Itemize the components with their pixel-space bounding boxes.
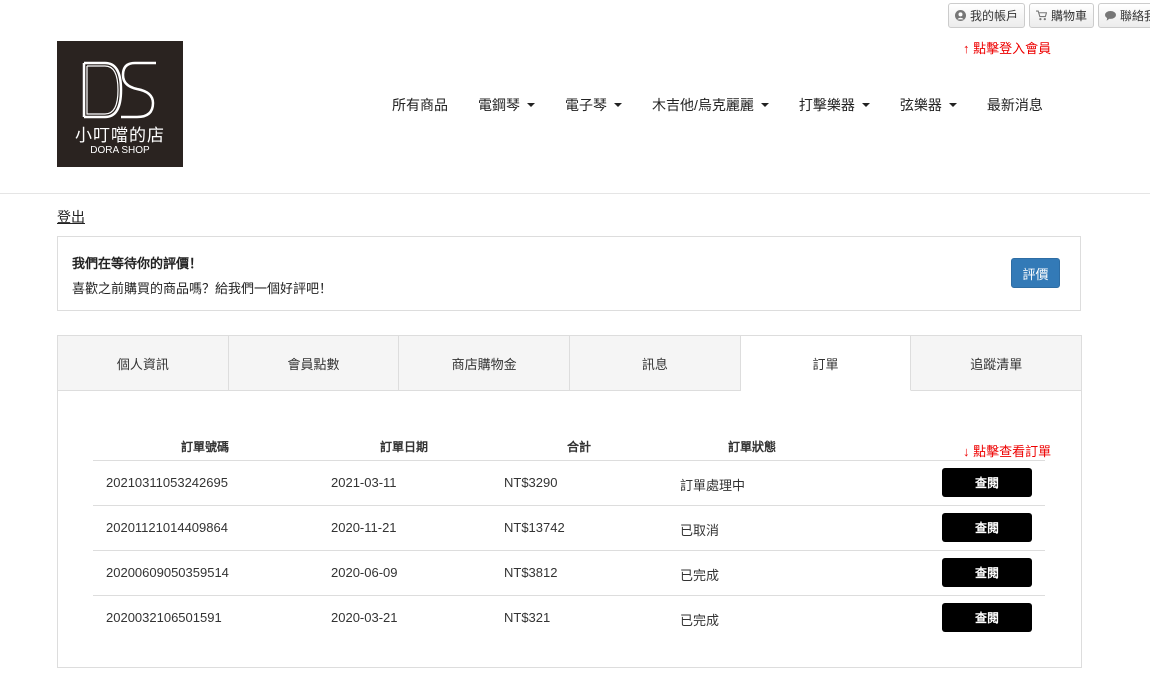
tab-orders[interactable]: 訂單 [740,336,912,391]
nav-item-percussion[interactable]: 打擊樂器 [799,95,870,115]
shop-logo[interactable]: 小叮噹的店 DORA SHOP [57,41,183,167]
login-hint: ↑ 點擊登入會員 [963,41,1052,56]
review-button[interactable]: 評價 [1011,258,1060,288]
view-order-button[interactable]: 查閱 [942,603,1032,632]
header-divider [0,193,1150,194]
nav-label: 所有商品 [392,97,448,113]
cart-label: 購物車 [1051,9,1088,23]
tab-wishlist[interactable]: 追蹤清單 [911,336,1082,391]
nav-label: 弦樂器 [899,97,942,113]
view-order-hint: ↓ 點擊查看訂單 [963,444,1052,459]
table-row: 20201121014409864 2020-11-21 NT$13742 已取… [93,505,1045,551]
nav-item-news[interactable]: 最新消息 [987,95,1043,115]
caret-down-icon [948,103,957,107]
cart-button[interactable]: 購物車 [1029,3,1095,28]
nav-item-keyboard[interactable]: 電子琴 [565,95,622,115]
review-prompt: 我們在等待你的評價！ 喜歡之前購買的商品嗎？給我們一個好評吧！ 評價 [57,236,1081,311]
order-total: NT$13742 [504,520,565,535]
cart-icon [1036,10,1048,21]
nav-label: 木吉他/烏克麗麗 [652,97,754,113]
table-row: 2020032106501591 2020-03-21 NT$321 已完成 查… [93,595,1045,641]
chat-icon [1105,10,1117,21]
column-header-status: 訂單狀態 [727,440,777,454]
tab-store-credit[interactable]: 商店購物金 [399,336,571,391]
order-number: 20200609050359514 [106,565,229,580]
view-order-button[interactable]: 查閱 [942,513,1032,542]
order-status: 訂單處理中 [680,478,746,493]
utility-bar: 我的帳戶 購物車 聯絡我 [948,3,1150,28]
nav-item-strings[interactable]: 弦樂器 [900,95,957,115]
column-header-order-date: 訂單日期 [379,440,429,454]
order-date: 2020-11-21 [331,520,397,535]
nav-item-guitar-ukulele[interactable]: 木吉他/烏克麗麗 [652,95,769,115]
nav-label: 最新消息 [986,97,1043,113]
nav-label: 打擊樂器 [798,97,855,113]
view-order-button[interactable]: 查閱 [942,558,1032,587]
order-date: 2020-06-09 [331,565,398,580]
order-number: 20210311053242695 [106,475,228,490]
order-total: NT$3290 [504,475,558,490]
caret-down-icon [861,103,870,107]
order-number: 20201121014409864 [106,520,228,535]
order-date: 2020-03-21 [331,610,398,625]
view-order-button[interactable]: 查閱 [942,468,1032,497]
review-title: 我們在等待你的評價！ [72,256,203,271]
logo-english-name: DORA SHOP [90,145,150,156]
nav-label: 電鋼琴 [478,97,520,113]
order-status: 已完成 [680,568,720,583]
tab-profile[interactable]: 個人資訊 [58,336,229,391]
caret-down-icon [614,103,622,107]
order-total: NT$3812 [504,565,558,580]
tab-messages[interactable]: 訊息 [570,336,741,391]
member-tabs: 個人資訊 會員點數 商店購物金 訊息 訂單 追蹤清單 [58,336,1082,391]
nav-item-digital-piano[interactable]: 電鋼琴 [478,95,535,115]
contact-label: 聯絡我 [1120,9,1150,23]
column-header-order-number: 訂單號碼 [180,440,230,454]
logo-monogram [82,61,156,119]
my-account-label: 我的帳戶 [970,9,1019,23]
user-icon [955,10,966,21]
nav-label: 電子琴 [565,97,607,113]
order-number: 2020032106501591 [106,610,222,625]
order-date: 2021-03-11 [331,475,397,490]
table-row: 20210311053242695 2021-03-11 NT$3290 訂單處… [93,460,1045,506]
table-row: 20200609050359514 2020-06-09 NT$3812 已完成… [93,550,1045,596]
tab-points[interactable]: 會員點數 [228,336,400,391]
column-header-total: 合計 [566,440,592,454]
order-total: NT$321 [504,610,551,625]
caret-down-icon [527,103,535,107]
review-text: 喜歡之前購買的商品嗎？給我們一個好評吧！ [72,281,333,296]
main-nav: 所有商品 電鋼琴 電子琴 木吉他/烏克麗麗 打擊樂器 弦樂器 最新消息 [392,95,1073,115]
order-status: 已取消 [680,523,720,538]
caret-down-icon [760,103,769,107]
order-status: 已完成 [680,613,720,628]
my-account-button[interactable]: 我的帳戶 [948,3,1026,28]
contact-button[interactable]: 聯絡我 [1098,3,1150,28]
logout-link[interactable]: 登出 [57,207,85,227]
nav-item-all-products[interactable]: 所有商品 [392,95,448,115]
logo-chinese-name: 小叮噹的店 [75,126,165,145]
